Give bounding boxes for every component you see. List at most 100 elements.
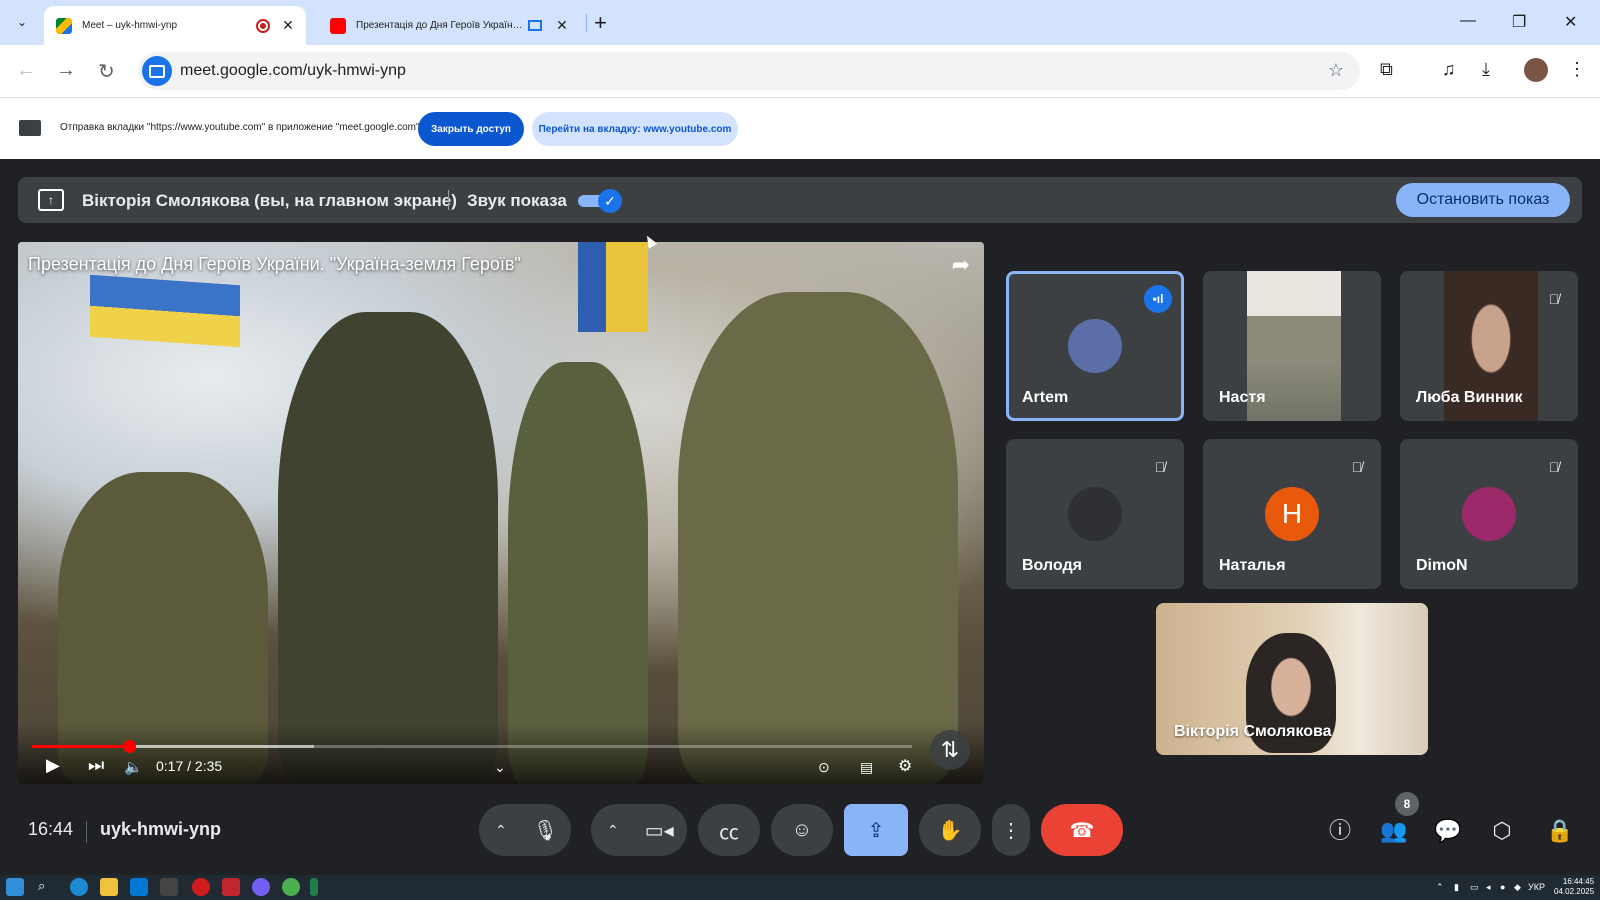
captions-icon: ㏄ — [719, 821, 739, 844]
share-arrow-icon[interactable]: ➦ — [952, 252, 970, 278]
participant-name: Люба Винник — [1416, 389, 1523, 406]
chat-icon[interactable]: 💬 — [1428, 811, 1468, 851]
mail-icon[interactable] — [130, 878, 148, 896]
stop-access-button[interactable]: Закрыть доступ — [418, 112, 524, 146]
chevron-down-icon[interactable]: ⌄ — [494, 759, 506, 776]
profile-avatar[interactable] — [1524, 58, 1548, 82]
mic-off-icon: 🎙̸ — [1548, 291, 1560, 307]
people-icon[interactable]: 👥 — [1374, 811, 1414, 851]
activities-icon[interactable]: ⬡ — [1482, 811, 1522, 851]
swap-layout-icon[interactable]: ⇅ — [930, 730, 970, 770]
tray-mic-icon[interactable]: ● — [1500, 882, 1505, 892]
avatar: Н — [1265, 487, 1319, 541]
chevron-up-icon[interactable]: ⌃ — [607, 822, 619, 839]
play-icon[interactable]: ▶ — [46, 755, 60, 776]
extensions-icon[interactable]: ⧉ — [1380, 59, 1393, 80]
window-close-icon[interactable]: ✕ — [1564, 12, 1577, 32]
media-controls-icon[interactable]: ♫ — [1442, 59, 1456, 80]
new-tab-icon[interactable]: + — [594, 10, 607, 36]
participant-tile-dimon[interactable]: 🎙̸ DimoN — [1400, 439, 1578, 589]
reactions-button[interactable]: ☺ — [771, 804, 833, 856]
raise-hand-button[interactable]: ✋ — [919, 804, 981, 856]
participant-tile-artem[interactable]: •ıl Artem — [1006, 271, 1184, 421]
forward-icon[interactable]: → — [56, 59, 76, 82]
presenting-label: Вікторія Смолякова (вы, на главном экран… — [82, 191, 457, 210]
host-controls-icon[interactable]: 🔒 — [1540, 811, 1580, 851]
start-icon[interactable] — [6, 878, 24, 896]
share-audio-toggle[interactable]: ✓ — [578, 189, 622, 213]
participant-tile-volodya[interactable]: 🎙̸ Володя — [1006, 439, 1184, 589]
avatar — [1068, 319, 1122, 373]
autoplay-toggle-icon[interactable]: ⊙ — [818, 759, 830, 776]
goto-tab-button[interactable]: Перейти на вкладку: www.youtube.com — [532, 112, 738, 146]
tray-volume-icon[interactable]: ◂ — [1486, 882, 1491, 893]
present-screen-icon: ↑ — [38, 189, 64, 211]
search-icon[interactable]: ⌕ — [38, 878, 56, 896]
subtitles-icon[interactable]: ▤ — [860, 759, 873, 776]
participant-tile-lyuba[interactable]: 🎙̸ Люба Винник — [1400, 271, 1578, 421]
restore-icon[interactable]: ❐ — [1512, 12, 1526, 32]
opera-icon[interactable] — [192, 878, 210, 896]
tray-battery-icon[interactable]: ▭ — [1470, 882, 1479, 893]
tray-network-icon[interactable]: ▮ — [1454, 882, 1459, 893]
screen-share-icon — [19, 120, 41, 136]
participant-tile-natalya[interactable]: Н 🎙̸ Наталья — [1203, 439, 1381, 589]
camera-button[interactable]: ⌃ ▭◂ — [591, 804, 687, 856]
stop-presenting-button[interactable]: Остановить показ — [1396, 183, 1570, 217]
tray-security-icon[interactable]: ◆ — [1514, 882, 1521, 893]
chevron-up-icon[interactable]: ⌃ — [495, 822, 507, 839]
presenting-bar: ↑ Вікторія Смолякова (вы, на главном экр… — [18, 177, 1582, 223]
app-icon[interactable] — [310, 878, 318, 896]
more-vert-icon: ⋮ — [1001, 819, 1021, 842]
shared-video[interactable]: Презентація до Дня Героїв України. "Укра… — [18, 242, 984, 784]
tab-search-icon[interactable]: ⌄ — [8, 10, 36, 34]
video-title: Презентація до Дня Героїв України. "Укра… — [28, 254, 521, 274]
participant-tile-nastya[interactable]: Настя — [1203, 271, 1381, 421]
back-icon[interactable]: ← — [16, 59, 36, 82]
reload-icon[interactable]: ↻ — [98, 59, 115, 84]
tab-meet[interactable]: Meet – uyk-hmwi-ynp ✕ — [44, 6, 306, 45]
hang-up-icon: ☎ — [1069, 819, 1095, 842]
camera-icon: ▭◂ — [644, 819, 674, 842]
close-tab-icon[interactable]: ✕ — [554, 17, 570, 34]
participant-name: Наталья — [1219, 557, 1286, 574]
share-audio-label: Звук показа — [467, 191, 567, 210]
meeting-info-icon[interactable]: ⓘ — [1320, 811, 1360, 851]
microphone-button[interactable]: ⌃ 🎙 — [479, 804, 571, 856]
tray-chevron-icon[interactable]: ⌃ — [1436, 882, 1444, 893]
store-icon[interactable] — [160, 878, 178, 896]
minimize-icon[interactable]: — — [1460, 12, 1476, 30]
captions-button[interactable]: ㏄ — [698, 804, 760, 856]
present-button[interactable]: ⇪ — [844, 804, 908, 856]
close-tab-icon[interactable]: ✕ — [280, 17, 296, 34]
video-progress-bar[interactable] — [32, 740, 912, 753]
edge-icon[interactable] — [70, 878, 88, 896]
address-bar[interactable]: meet.google.com/uyk-hmwi-ynp ☆ — [138, 52, 1360, 90]
leave-call-button[interactable]: ☎ — [1041, 804, 1123, 856]
settings-gear-icon[interactable]: ⚙ — [898, 756, 912, 776]
url-text[interactable]: meet.google.com/uyk-hmwi-ynp — [180, 62, 406, 80]
next-icon[interactable]: ⏭ — [88, 755, 104, 776]
viber-icon[interactable] — [252, 878, 270, 896]
participant-name: DimoN — [1416, 557, 1468, 574]
self-view-tile[interactable]: Вікторія Смолякова — [1156, 603, 1428, 755]
tab-sharing-banner: Отправка вкладки "https://www.youtube.co… — [0, 97, 1600, 159]
tab-youtube[interactable]: Презентація до Дня Героїв України. "Укра… — [318, 6, 580, 45]
chrome-icon[interactable] — [282, 878, 300, 896]
tab-title: Meet – uyk-hmwi-ynp — [82, 20, 178, 31]
divider — [86, 821, 87, 843]
app-icon[interactable] — [222, 878, 240, 896]
scrubber-handle[interactable] — [122, 740, 136, 753]
bookmark-star-icon[interactable]: ☆ — [1328, 60, 1344, 81]
volume-icon[interactable]: 🔈 — [124, 758, 143, 776]
played-bar — [32, 745, 129, 748]
system-clock[interactable]: 16:44:45 04.02.2025 — [1554, 877, 1594, 897]
hand-icon: ✋ — [937, 819, 963, 842]
more-options-button[interactable]: ⋮ — [992, 804, 1030, 856]
download-icon[interactable]: ⤓ — [1482, 59, 1490, 80]
keyboard-language[interactable]: УКР — [1528, 882, 1545, 892]
site-camera-icon[interactable] — [142, 56, 172, 86]
file-explorer-icon[interactable] — [100, 878, 118, 896]
meet-main: ↑ Вікторія Смолякова (вы, на главном экр… — [0, 159, 1600, 875]
menu-icon[interactable]: ⋮ — [1568, 59, 1586, 80]
